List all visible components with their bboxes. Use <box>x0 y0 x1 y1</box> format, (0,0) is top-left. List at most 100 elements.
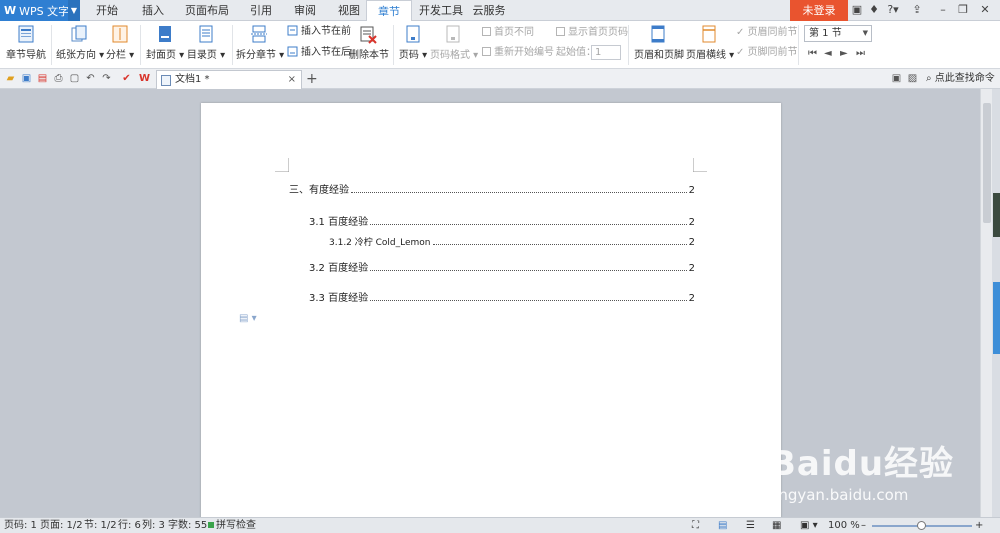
delete-section-button[interactable]: 删除本节 <box>349 24 389 61</box>
split-section-button[interactable]: 拆分章节 ▾ <box>236 24 284 61</box>
page-number-button[interactable]: 页码 ▾ <box>398 24 428 61</box>
cover-page-button[interactable]: 封面页 ▾ <box>146 24 184 61</box>
restore-icon[interactable]: ❐ <box>956 2 970 18</box>
find-command-box[interactable]: ⌕ 点此查找命令 <box>926 71 995 87</box>
zoom-slider-thumb[interactable] <box>917 521 926 530</box>
scrollbar-thumb[interactable] <box>983 103 991 223</box>
page-view-icon[interactable]: ▤ <box>718 519 727 533</box>
vertical-scrollbar[interactable] <box>980 89 992 517</box>
same-header-as-prev-button[interactable]: ✓ 页眉同前节 <box>736 26 798 40</box>
toc-entry[interactable]: 三、有度经验 2 <box>289 181 695 196</box>
tab-developer[interactable]: 开发工具 <box>414 0 468 21</box>
margin-corner-top-left <box>275 158 289 172</box>
insert-section-before-button[interactable]: 插入节在前 <box>287 25 351 39</box>
tab-view[interactable]: 视图 <box>328 0 370 21</box>
restart-numbering-checkbox[interactable]: 重新开始编号 <box>482 46 554 60</box>
section-next-button[interactable]: ► <box>840 47 848 61</box>
toc-entry-page: 2 <box>688 293 695 304</box>
web-view-icon[interactable]: ▦ <box>772 519 781 533</box>
zoom-value[interactable]: 100 % <box>828 519 860 533</box>
status-word-count: 字数: 55 <box>168 520 208 531</box>
different-first-page-checkbox[interactable]: 首页不同 <box>482 26 534 40</box>
toc-entry[interactable]: 3.1 百度经验 2 <box>309 213 695 228</box>
close-icon[interactable]: ✕ <box>978 2 992 18</box>
wps-logo-icon: W <box>4 4 17 17</box>
section-nav-button[interactable]: 章节导航 <box>6 24 46 61</box>
shirt-icon[interactable]: ♦ <box>868 2 880 18</box>
side-tool-tab[interactable] <box>993 193 1000 237</box>
paste-options-icon[interactable]: ▤ ▾ <box>239 313 257 324</box>
zoom-out-icon[interactable]: – <box>861 519 866 533</box>
divider <box>798 25 799 65</box>
section-first-button[interactable]: ⏮ <box>808 47 817 61</box>
document-page[interactable]: 三、有度经验 2 3.1 百度经验 2 3.1.2 冷柠 Cold_Lemon … <box>201 103 781 517</box>
checkbox-icon <box>482 47 491 56</box>
toc-entry[interactable]: 3.2 百度经验 2 <box>309 259 695 274</box>
start-value-input[interactable]: 1 <box>591 45 621 60</box>
tab-review[interactable]: 审阅 <box>284 0 326 21</box>
page-number-format-icon <box>446 25 460 43</box>
reading-mode-icon[interactable]: ▣ ▾ <box>800 519 818 533</box>
tab-section[interactable]: 章节 <box>366 0 412 22</box>
toc-page-button[interactable]: 目录页 ▾ <box>186 24 226 61</box>
same-footer-label: 页脚同前节 <box>747 47 798 58</box>
toc-entry[interactable]: 3.1.2 冷柠 Cold_Lemon 2 <box>329 235 695 248</box>
fullscreen-icon[interactable]: ⛶ <box>692 519 699 533</box>
header-line-label: 页眉横线 <box>686 50 726 61</box>
skin-icon[interactable]: ▣ <box>851 2 863 18</box>
app-name: WPS 文字 <box>19 4 70 18</box>
print-preview-icon[interactable]: ▢ <box>68 72 81 85</box>
help-button[interactable]: ?▾ <box>884 2 902 18</box>
columns-button[interactable]: 分栏 ▾ <box>106 24 134 61</box>
first-icon: ⏮ <box>808 48 817 59</box>
spell-check-button[interactable]: 拼写检查 <box>208 519 256 533</box>
minimize-icon[interactable]: – <box>936 2 950 18</box>
export-pdf-icon[interactable]: ▤ <box>36 72 49 85</box>
undo-icon[interactable]: ↶ <box>84 72 97 85</box>
save-icon[interactable]: ▣ <box>20 72 33 85</box>
window-mode-icon[interactable]: ▨ <box>906 72 919 85</box>
toc-entry-text: 3.1.2 冷柠 Cold_Lemon <box>329 238 431 248</box>
insert-section-after-button[interactable]: 插入节在后 <box>287 46 351 60</box>
zoom-in-icon[interactable]: + <box>975 519 983 533</box>
wps-cloud-icon[interactable]: W <box>138 72 151 85</box>
login-button[interactable]: 未登录 <box>790 0 848 21</box>
section-select-value: 第 1 节 <box>809 28 842 39</box>
doc-tools-icon[interactable]: ▣ <box>890 72 903 85</box>
toc-entry[interactable]: 3.3 百度经验 2 <box>309 289 695 304</box>
side-panel-toggle[interactable] <box>993 282 1000 354</box>
share-icon[interactable]: ⇪ <box>910 2 924 18</box>
open-folder-icon[interactable]: ▰ <box>4 72 17 85</box>
cover-page-icon <box>159 26 171 42</box>
new-tab-button[interactable]: + <box>306 70 318 88</box>
section-select[interactable]: 第 1 节 ▼ <box>804 25 872 42</box>
tab-references[interactable]: 引用 <box>240 0 282 21</box>
tab-page-layout[interactable]: 页面布局 <box>176 0 238 21</box>
tab-cloud-service[interactable]: 云服务 <box>468 0 510 21</box>
section-last-button[interactable]: ⏭ <box>856 47 865 61</box>
header-footer-button[interactable]: 页眉和页脚 <box>634 24 684 61</box>
paper-orientation-button[interactable]: 纸张方向 ▾ <box>56 24 104 61</box>
redo-icon[interactable]: ↷ <box>100 72 113 85</box>
print-icon[interactable]: ⎙ <box>52 72 65 85</box>
toc-entry-page: 2 <box>688 237 695 248</box>
same-footer-as-prev-button[interactable]: ✓ 页脚同前节 <box>736 46 798 60</box>
tab-insert[interactable]: 插入 <box>132 0 174 21</box>
tab-home[interactable]: 开始 <box>84 0 130 21</box>
document-tab[interactable]: 文档1 * × <box>156 70 302 89</box>
toc-leader-dots <box>370 300 687 301</box>
watermark-url: jingyan.baidu.com <box>770 486 909 504</box>
check-icon: ✓ <box>736 47 748 58</box>
header-line-button[interactable]: 页眉横线 ▾ <box>686 24 734 61</box>
insert-after-icon <box>287 46 298 57</box>
close-icon[interactable]: × <box>288 71 296 89</box>
customize-icon[interactable]: ✔ <box>120 72 133 85</box>
show-first-page-number-checkbox[interactable]: 显示首页页码 <box>556 26 628 40</box>
app-menu-button[interactable]: W WPS 文字 ▼ <box>0 0 80 21</box>
outline-view-icon[interactable]: ☰ <box>746 519 755 533</box>
page-number-format-button[interactable]: 页码格式 ▾ <box>430 24 478 61</box>
toc-leader-dots <box>370 270 687 271</box>
status-section: 节: 1/2 <box>84 520 117 531</box>
section-prev-button[interactable]: ◄ <box>824 47 832 61</box>
restart-numbering-label: 重新开始编号 <box>494 47 554 58</box>
